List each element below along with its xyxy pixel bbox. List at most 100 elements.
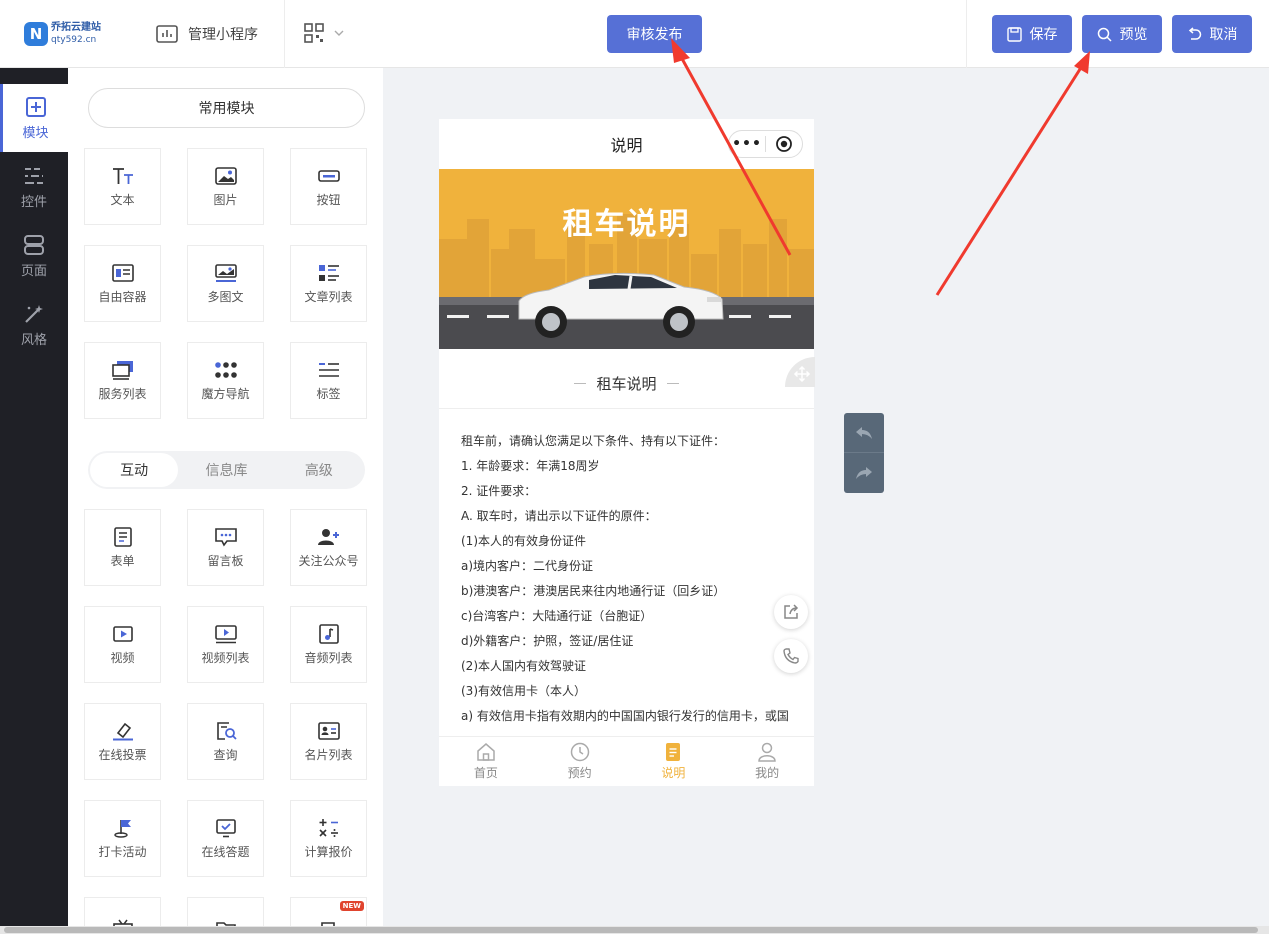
tab-home[interactable]: 首页 [439, 737, 533, 786]
module-grid-nav[interactable]: 魔方导航 [187, 342, 264, 419]
module-label: 查询 [213, 748, 238, 762]
manage-miniprogram-link[interactable]: 管理小程序 [156, 22, 258, 46]
tab-advanced[interactable]: 高级 [275, 453, 363, 487]
text-line: 租车前，请确认您满足以下条件、持有以下证件： [461, 434, 726, 448]
module-button[interactable]: 按钮 [290, 148, 367, 225]
share-button[interactable] [774, 595, 808, 629]
module-checkin[interactable]: 打卡活动 [84, 800, 161, 877]
module-label: 计算报价 [304, 845, 353, 859]
module-label: 名片列表 [304, 748, 353, 762]
module-label: 服务列表 [98, 387, 147, 401]
text-line: (2)本人国内有效驾驶证 [461, 659, 586, 673]
horizontal-scrollbar[interactable] [0, 926, 1269, 934]
rail-item-modules[interactable]: 模块 [0, 84, 68, 152]
module-label: 按钮 [316, 193, 341, 207]
message-board-icon [214, 528, 237, 547]
module-label: 打卡活动 [98, 845, 147, 859]
text-line: 1. 年龄要求：年满18周岁 [461, 459, 600, 473]
button-icon [317, 170, 340, 182]
undo-icon [856, 426, 872, 439]
module-text[interactable]: 文本 [84, 148, 161, 225]
phone-title: 说明 [610, 136, 643, 155]
module-label: 文本 [110, 193, 135, 207]
module-label: 在线答题 [201, 845, 250, 859]
publish-button[interactable]: 审核发布 [607, 15, 702, 53]
tab-mine[interactable]: 我的 [720, 737, 814, 786]
module-tag[interactable]: 标签 [290, 342, 367, 419]
module-category-tabs: 互动 信息库 高级 [88, 451, 365, 489]
module-card-list[interactable]: 名片列表 [290, 703, 367, 780]
module-message-board[interactable]: 留言板 [187, 509, 264, 586]
module-calculator[interactable]: 计算报价 [290, 800, 367, 877]
module-video-list[interactable]: 视频列表 [187, 606, 264, 683]
qr-code-icon [304, 23, 324, 43]
query-icon [216, 722, 237, 740]
module-query[interactable]: 查询 [187, 703, 264, 780]
user-icon [758, 742, 776, 762]
multi-image-icon [214, 264, 237, 282]
cancel-label: 取消 [1209, 27, 1238, 43]
card-list-icon [317, 722, 340, 740]
home-icon [477, 743, 495, 761]
redo-button[interactable] [844, 453, 884, 493]
tab-booking[interactable]: 预约 [533, 737, 627, 786]
rail-item-pages[interactable]: 页面 [0, 222, 68, 290]
document-icon [666, 743, 681, 761]
module-online-quiz[interactable]: 在线答题 [187, 800, 264, 877]
follow-icon [317, 529, 339, 545]
module-container[interactable]: 自由容器 [84, 245, 161, 322]
undo-button[interactable] [844, 413, 884, 453]
module-online-vote[interactable]: 在线投票 [84, 703, 161, 780]
rail-item-controls[interactable]: 控件 [0, 153, 68, 221]
module-service-list[interactable]: 服务列表 [84, 342, 161, 419]
save-button[interactable]: 保存 [992, 15, 1072, 53]
logo[interactable]: N 乔拓云建站 qty592.cn [24, 18, 114, 50]
divider [284, 0, 285, 68]
miniprogram-capsule[interactable]: ••• [728, 130, 803, 158]
search-icon [1097, 27, 1112, 42]
calculator-icon [318, 819, 338, 837]
section-title: 租车说明 [439, 359, 814, 409]
banner-image[interactable]: 租车说明 [439, 169, 814, 349]
banner-title: 租车说明 [562, 207, 691, 242]
cancel-button[interactable]: 取消 [1172, 15, 1252, 53]
chevron-down-icon [334, 30, 344, 36]
article-list-icon [318, 265, 339, 281]
rail-item-style[interactable]: 风格 [0, 291, 68, 359]
save-icon [1006, 26, 1022, 42]
module-audio-list[interactable]: 音频列表 [290, 606, 367, 683]
module-video[interactable]: 视频 [84, 606, 161, 683]
more-icon[interactable]: ••• [729, 136, 765, 152]
tab-info-library[interactable]: 信息库 [182, 453, 270, 487]
tag-icon [318, 363, 339, 377]
call-button[interactable] [774, 639, 808, 673]
module-multi-image[interactable]: 多图文 [187, 245, 264, 322]
module-label: 视频列表 [201, 651, 250, 665]
module-label: 视频 [110, 651, 135, 665]
module-form[interactable]: 表单 [84, 509, 161, 586]
common-modules-header[interactable]: 常用模块 [88, 88, 365, 128]
module-label: 魔方导航 [201, 387, 250, 401]
phone-tab-bar: 首页 预约 说明 我的 [439, 736, 814, 786]
module-follow-official-account[interactable]: 关注公众号 [290, 509, 367, 586]
preview-button[interactable]: 预览 [1082, 15, 1162, 53]
rental-notes-text: 租车前，请确认您满足以下条件、持有以下证件： 1. 年龄要求：年满18周岁 2.… [461, 429, 801, 729]
tab-interactive[interactable]: 互动 [90, 453, 179, 487]
container-icon [111, 264, 134, 282]
share-icon [784, 604, 799, 619]
scrollbar-thumb[interactable] [4, 927, 1258, 933]
quiz-icon [215, 819, 236, 838]
section-title-text: 租车说明 [596, 375, 657, 393]
rail-label: 控件 [20, 194, 47, 210]
tab-instructions[interactable]: 说明 [627, 737, 721, 786]
qr-code-dropdown[interactable] [304, 23, 346, 43]
phone-preview: 说明 ••• 租车说明 租车说明 租车前，请确认您满足以下条件、持有以下证件： … [439, 119, 814, 786]
image-icon [214, 167, 237, 185]
module-article-list[interactable]: 文章列表 [290, 245, 367, 322]
pages-icon [24, 234, 44, 255]
text-line: a)境内客户：二代身份证 [461, 559, 594, 573]
logo-name: 乔拓云建站 [51, 22, 101, 33]
module-image[interactable]: 图片 [187, 148, 264, 225]
close-target-icon[interactable] [766, 135, 802, 153]
module-label: 自由容器 [98, 290, 147, 304]
